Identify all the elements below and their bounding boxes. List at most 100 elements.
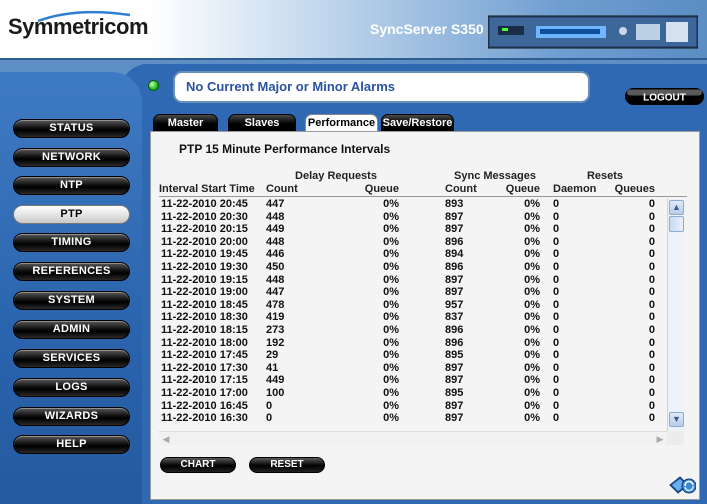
cell-reset-daemon: 0 — [553, 298, 560, 311]
cell-interval-start-time: 11-22-2010 20:00 — [161, 235, 248, 248]
table-row: 11-22-2010 16:30 0 0% 897 0% 0 0 — [159, 412, 667, 425]
tab-master[interactable]: Master — [153, 114, 218, 132]
cell-reset-daemon: 0 — [553, 386, 560, 399]
table-row: 11-22-2010 20:30 448 0% 897 0% 0 0 — [159, 211, 667, 224]
cell-sync-queue: 0% — [524, 235, 540, 248]
col-sync-count: Count — [445, 183, 477, 195]
scroll-down-icon[interactable]: ▼ — [669, 412, 684, 427]
cell-interval-start-time: 11-22-2010 18:15 — [161, 323, 248, 336]
cell-interval-start-time: 11-22-2010 18:00 — [161, 336, 248, 349]
scroll-left-icon[interactable]: ◀ — [159, 432, 173, 446]
table-row: 11-22-2010 18:30 419 0% 837 0% 0 0 — [159, 311, 667, 324]
nav-wizards[interactable]: WIZARDS — [13, 407, 130, 426]
nav-timing[interactable]: TIMING — [13, 233, 130, 252]
cell-interval-start-time: 11-22-2010 17:00 — [161, 386, 248, 399]
logout-button[interactable]: LOGOUT — [625, 88, 704, 105]
nav-ptp[interactable]: PTP — [13, 205, 130, 224]
tab-save-restore[interactable]: Save/Restore — [381, 114, 454, 132]
cell-delay-queue: 0% — [383, 323, 399, 336]
header-bar: Symmetricom SyncServer S350 — [0, 0, 707, 58]
chart-button[interactable]: CHART — [160, 457, 236, 473]
cell-reset-daemon: 0 — [553, 374, 560, 387]
nav-help[interactable]: HELP — [13, 435, 130, 454]
nav-references[interactable]: REFERENCES — [13, 262, 130, 281]
vertical-scrollbar[interactable]: ▲ ▼ — [667, 198, 684, 431]
cell-sync-count: 897 — [445, 412, 464, 425]
col-reset-daemon: Daemon — [553, 183, 597, 195]
cell-delay-count: 273 — [266, 323, 285, 336]
cell-delay-count: 447 — [266, 198, 285, 210]
cell-reset-daemon: 0 — [553, 399, 560, 412]
cell-reset-daemon: 0 — [553, 286, 560, 299]
cell-reset-queues: 0 — [648, 323, 655, 336]
nav-network[interactable]: NETWORK — [13, 148, 130, 167]
help-icon[interactable] — [668, 473, 696, 495]
panel-title: PTP 15 Minute Performance Intervals — [179, 142, 391, 156]
performance-table-body[interactable]: 11-22-2010 20:45 447 0% 893 0% 0 0 11-22-2010 2… — [159, 198, 667, 431]
cell-delay-queue: 0% — [383, 223, 399, 236]
table-row: 11-22-2010 20:00 448 0% 896 0% 0 0 — [159, 236, 667, 249]
cell-reset-queues: 0 — [648, 336, 655, 349]
table-row: 11-22-2010 18:45 478 0% 957 0% 0 0 — [159, 299, 667, 312]
cell-sync-queue: 0% — [524, 361, 540, 374]
nav-status[interactable]: STATUS — [13, 119, 130, 138]
horizontal-scrollbar[interactable]: ◀ ▶ — [159, 431, 667, 445]
table-row: 11-22-2010 20:45 447 0% 893 0% 0 0 — [159, 198, 667, 211]
cell-sync-count: 897 — [445, 361, 464, 374]
cell-delay-count: 446 — [266, 248, 285, 261]
cell-reset-daemon: 0 — [553, 323, 560, 336]
cell-reset-queues: 0 — [648, 223, 655, 236]
nav-admin[interactable]: ADMIN — [13, 320, 130, 339]
cell-reset-queues: 0 — [648, 210, 655, 223]
cell-reset-queues: 0 — [648, 311, 655, 324]
cell-interval-start-time: 11-22-2010 17:15 — [161, 374, 248, 387]
logo: Symmetricom — [8, 14, 149, 39]
cell-sync-queue: 0% — [524, 412, 540, 425]
cell-interval-start-time: 11-22-2010 16:30 — [161, 412, 248, 425]
cell-delay-count: 0 — [266, 399, 273, 412]
cell-delay-count: 192 — [266, 336, 285, 349]
cell-delay-queue: 0% — [383, 198, 399, 210]
cell-sync-queue: 0% — [524, 298, 540, 311]
cell-delay-count: 448 — [266, 235, 285, 248]
cell-delay-queue: 0% — [383, 361, 399, 374]
cell-sync-queue: 0% — [524, 286, 540, 299]
cell-sync-queue: 0% — [524, 311, 540, 324]
cell-delay-count: 100 — [266, 386, 285, 399]
cell-sync-queue: 0% — [524, 399, 540, 412]
scroll-up-icon[interactable]: ▲ — [669, 200, 684, 215]
scroll-thumb[interactable] — [669, 216, 684, 232]
product-name: SyncServer S350 — [370, 21, 484, 37]
table-row: 11-22-2010 19:00 447 0% 897 0% 0 0 — [159, 286, 667, 299]
cell-reset-queues: 0 — [648, 386, 655, 399]
cell-reset-daemon: 0 — [553, 336, 560, 349]
cell-reset-daemon: 0 — [553, 273, 560, 286]
nav-ntp[interactable]: NTP — [13, 176, 130, 195]
nav-services[interactable]: SERVICES — [13, 349, 130, 368]
cell-reset-daemon: 0 — [553, 311, 560, 324]
cell-reset-daemon: 0 — [553, 349, 560, 362]
cell-reset-queues: 0 — [648, 298, 655, 311]
nav-logs[interactable]: LOGS — [13, 378, 130, 397]
cell-interval-start-time: 11-22-2010 18:30 — [161, 311, 248, 324]
cell-reset-queues: 0 — [648, 349, 655, 362]
tab-slaves[interactable]: Slaves — [228, 114, 296, 132]
cell-reset-daemon: 0 — [553, 260, 560, 273]
cell-sync-queue: 0% — [524, 323, 540, 336]
cell-reset-daemon: 0 — [553, 361, 560, 374]
cell-delay-count: 449 — [266, 223, 285, 236]
col-delay-queue: Queue — [364, 183, 399, 195]
cell-delay-count: 449 — [266, 374, 285, 387]
cell-delay-queue: 0% — [383, 399, 399, 412]
logout-label: LOGOUT — [643, 93, 686, 104]
cell-reset-queues: 0 — [648, 286, 655, 299]
nav-system[interactable]: SYSTEM — [13, 291, 130, 310]
cell-sync-count: 893 — [445, 198, 464, 210]
cell-reset-queues: 0 — [648, 235, 655, 248]
cell-interval-start-time: 11-22-2010 18:45 — [161, 298, 248, 311]
reset-button[interactable]: RESET — [249, 457, 325, 473]
cell-delay-count: 447 — [266, 286, 285, 299]
scroll-right-icon[interactable]: ▶ — [653, 432, 667, 446]
cell-sync-queue: 0% — [524, 336, 540, 349]
cell-reset-queues: 0 — [648, 399, 655, 412]
